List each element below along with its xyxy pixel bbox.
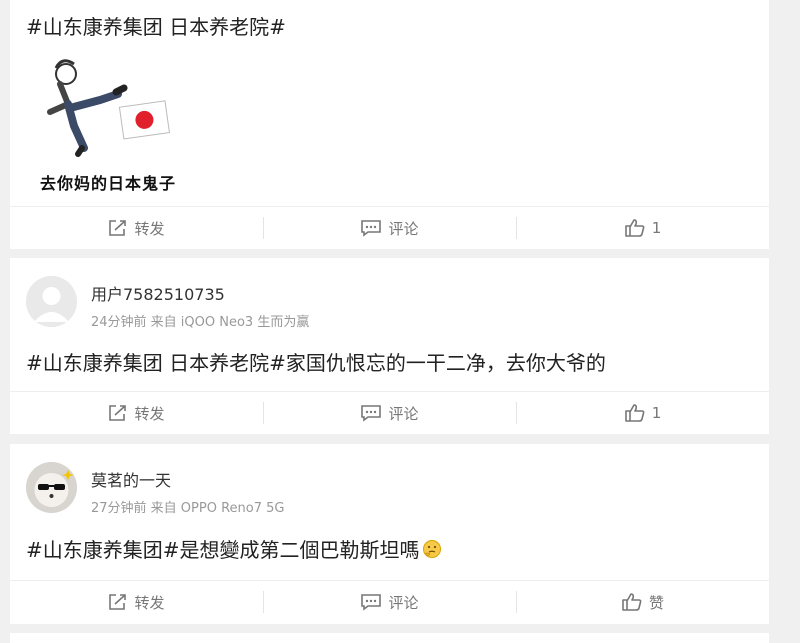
post-meta: 27分钟前 来自 OPPO Reno7 5G bbox=[91, 501, 285, 516]
username[interactable]: 莫茗的一天 bbox=[91, 467, 284, 491]
username[interactable]: 用户7582510735 bbox=[91, 281, 309, 305]
like-button[interactable]: 1 bbox=[516, 392, 769, 434]
thumbs-up-icon bbox=[624, 404, 645, 422]
post-author: 用户7582510735 24分钟前 来自 iQOO Neo3 生而为赢 bbox=[26, 276, 310, 330]
post-card: 莫茗的一天 27分钟前 来自 OPPO Reno7 5G #山东康养集团#是想變… bbox=[10, 444, 769, 624]
comment-label: 评论 bbox=[388, 219, 419, 238]
post-text: #山东康养集团#是想變成第二個巴勒斯坦嗎 bbox=[26, 538, 420, 562]
thinking-emoji-icon bbox=[422, 539, 441, 558]
action-bar: 转发 评论 赞 bbox=[10, 580, 769, 623]
repost-button[interactable]: 转发 bbox=[10, 392, 263, 434]
like-count: 1 bbox=[651, 404, 662, 422]
action-bar: 转发 评论 1 bbox=[10, 391, 769, 434]
thumbs-up-icon bbox=[622, 593, 642, 611]
repost-label: 转发 bbox=[134, 593, 165, 612]
action-bar: 转发 评论 1 bbox=[10, 206, 769, 249]
avatar[interactable] bbox=[26, 462, 77, 513]
share-icon bbox=[109, 594, 127, 610]
like-label: 赞 bbox=[648, 593, 664, 612]
post-card: 用户7582510735 24分钟前 来自 iQOO Neo3 生而为赢 #山东… bbox=[10, 258, 769, 434]
post-author: 莫茗的一天 27分钟前 来自 OPPO Reno7 5G bbox=[26, 462, 285, 516]
comment-label: 评论 bbox=[388, 593, 419, 612]
default-avatar-icon bbox=[26, 276, 77, 327]
like-button[interactable]: 1 bbox=[516, 207, 769, 249]
like-button[interactable]: 赞 bbox=[516, 581, 769, 623]
repost-button[interactable]: 转发 bbox=[10, 581, 263, 623]
comment-button[interactable]: 评论 bbox=[263, 207, 516, 249]
comment-label: 评论 bbox=[388, 404, 419, 423]
post-card bbox=[10, 633, 769, 643]
comment-button[interactable]: 评论 bbox=[263, 392, 516, 434]
image-caption: 去你妈的日本鬼子 bbox=[40, 174, 177, 193]
share-icon bbox=[109, 220, 127, 236]
post-meta: 24分钟前 来自 iQOO Neo3 生而为赢 bbox=[91, 315, 310, 330]
post-text: #山东康养集团 日本养老院# bbox=[26, 15, 286, 39]
post-card: #山东康养集团 日本养老院# 去你妈的日本鬼子 转发 评论 1 bbox=[10, 0, 769, 249]
dog-sunglasses-avatar-icon bbox=[26, 462, 77, 513]
like-count: 1 bbox=[651, 219, 662, 237]
post-text-row: #山东康养集团#是想變成第二個巴勒斯坦嗎 bbox=[26, 534, 442, 563]
post-text: #山东康养集团 日本养老院#家国仇恨忘的一干二净，去你大爷的 bbox=[26, 351, 606, 375]
post-image[interactable]: 去你妈的日本鬼子 bbox=[26, 52, 214, 198]
comment-button[interactable]: 评论 bbox=[263, 581, 516, 623]
share-icon bbox=[109, 405, 127, 421]
comment-icon bbox=[361, 405, 382, 422]
repost-label: 转发 bbox=[134, 219, 165, 238]
repost-button[interactable]: 转发 bbox=[10, 207, 263, 249]
comment-icon bbox=[361, 220, 382, 237]
repost-label: 转发 bbox=[134, 404, 165, 423]
avatar[interactable] bbox=[26, 276, 77, 327]
thumbs-up-icon bbox=[624, 219, 645, 237]
comment-icon bbox=[361, 594, 382, 611]
